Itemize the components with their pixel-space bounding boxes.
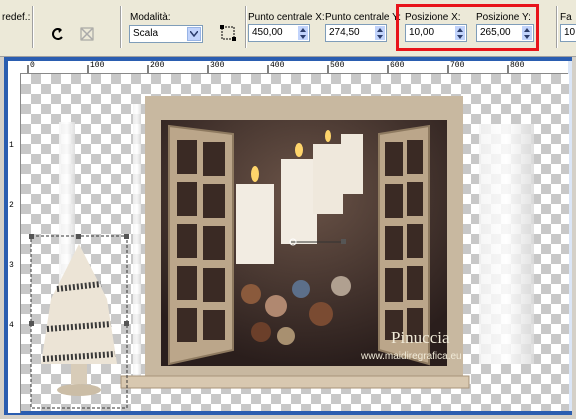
cut-label: Fa bbox=[560, 12, 572, 23]
cancel-icon[interactable] bbox=[76, 23, 98, 45]
tool-options-toolbar: redef.: Modalità: Scala Punto centrale X… bbox=[0, 0, 576, 57]
center-x-label: Punto centrale X: bbox=[248, 12, 325, 23]
mode-label: Modalità: bbox=[130, 12, 171, 23]
ruler-label: 200 bbox=[150, 61, 165, 70]
chevron-down-icon[interactable] bbox=[187, 27, 201, 41]
ruler-corner bbox=[8, 61, 18, 73]
center-handle-icon[interactable] bbox=[217, 22, 239, 44]
separator bbox=[556, 6, 558, 48]
mode-value: Scala bbox=[133, 28, 159, 39]
center-y-label: Punto centrale Y: bbox=[325, 12, 401, 23]
ruler-label: 3 bbox=[9, 261, 14, 270]
cut-field[interactable]: 10 bbox=[560, 24, 576, 42]
center-y-field[interactable]: 274,50 bbox=[325, 24, 387, 42]
center-x-value: 450,00 bbox=[252, 27, 283, 38]
artwork bbox=[29, 96, 534, 409]
ruler-label: 400 bbox=[270, 61, 285, 70]
ruler-label: 1 bbox=[9, 141, 14, 150]
ruler-label: 700 bbox=[450, 61, 465, 70]
separator bbox=[32, 6, 34, 48]
watermark-url: www.maidiregrafica.eu bbox=[361, 351, 462, 362]
preset-label: redef.: bbox=[2, 12, 31, 23]
ruler-label: 4 bbox=[9, 321, 14, 330]
center-x-field[interactable]: 450,00 bbox=[248, 24, 310, 42]
cut-value: 10 bbox=[564, 27, 576, 38]
ruler-label: 100 bbox=[90, 61, 105, 70]
ruler-label: 2 bbox=[9, 201, 14, 210]
separator bbox=[245, 6, 247, 48]
mode-select[interactable]: Scala bbox=[129, 25, 203, 43]
ruler-label: 800 bbox=[510, 61, 525, 70]
spin-up-icon[interactable] bbox=[375, 26, 385, 33]
vertical-ruler: 1 2 3 4 bbox=[8, 73, 21, 413]
spin-down-icon[interactable] bbox=[298, 33, 308, 40]
spin-down-icon[interactable] bbox=[375, 33, 385, 40]
transparent-canvas[interactable]: Pinuccia www.maidiregrafica.eu bbox=[21, 74, 569, 411]
watermark-name: Pinuccia bbox=[391, 328, 450, 347]
ruler-label: 500 bbox=[330, 61, 345, 70]
ruler-label: 300 bbox=[210, 61, 225, 70]
separator bbox=[120, 6, 122, 48]
ruler-label: 0 bbox=[30, 61, 35, 70]
spin-up-icon[interactable] bbox=[298, 26, 308, 33]
horizontal-ruler: 0 100 200 300 400 500 600 700 800 bbox=[18, 61, 568, 74]
reset-icon[interactable] bbox=[47, 23, 69, 45]
ruler-label: 600 bbox=[390, 61, 405, 70]
position-highlight-box bbox=[396, 4, 539, 51]
center-y-value: 274,50 bbox=[329, 27, 360, 38]
